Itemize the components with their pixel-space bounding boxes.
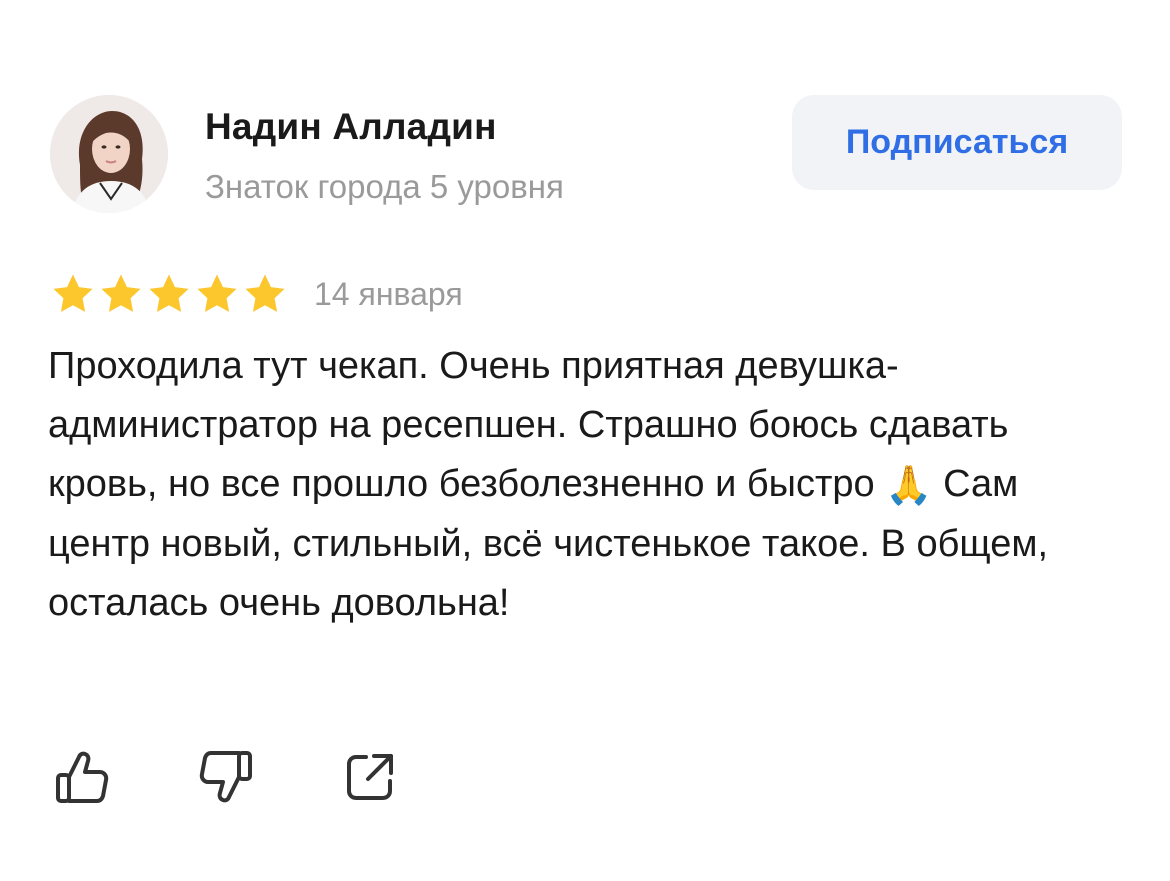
review-card: Надин Алладин Знаток города 5 уровня Под… [0,0,1170,881]
rating-row: 14 января [50,270,463,318]
star-icon [50,271,96,317]
subscribe-button[interactable]: Подписаться [792,95,1122,190]
share-button[interactable] [338,745,402,809]
review-date: 14 января [314,275,463,312]
praying-hands-icon: 🙏 [885,463,933,508]
star-icon [146,271,192,317]
star-icon [242,271,288,317]
avatar-image [50,95,168,213]
review-text-part-1: Проходила тут чекап. Очень приятная деву… [48,345,1009,505]
author-name[interactable]: Надин Алладин [205,106,497,148]
share-icon [338,745,402,809]
like-button[interactable] [50,745,114,809]
star-icon [98,271,144,317]
author-level: Знаток города 5 уровня [205,168,564,205]
thumbs-up-icon [50,745,114,809]
review-actions [50,745,482,809]
star-rating [50,271,288,317]
review-text: Проходила тут чекап. Очень приятная деву… [48,337,1123,633]
dislike-button[interactable] [194,745,258,809]
thumbs-down-icon [194,745,258,809]
avatar[interactable] [50,95,168,213]
star-icon [194,271,240,317]
